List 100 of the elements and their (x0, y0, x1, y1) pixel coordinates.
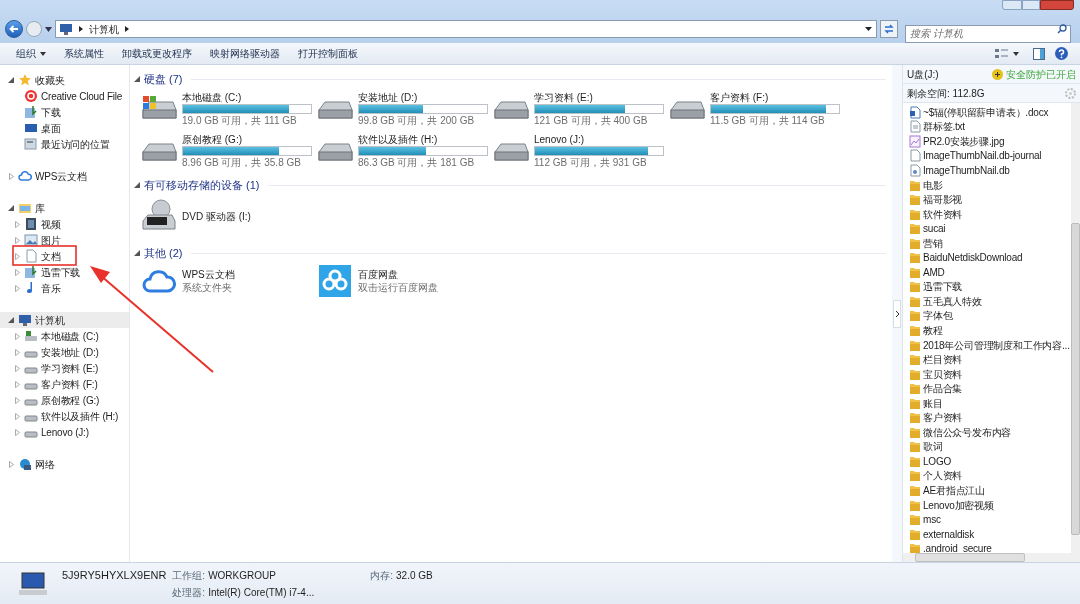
nav-item[interactable]: 计算机 (0, 312, 129, 328)
file-item[interactable]: 歌词 (909, 439, 1071, 455)
nav-item[interactable]: 迅雷下载 (0, 264, 129, 280)
collapse-arrow-icon[interactable] (6, 205, 16, 211)
toolbar-button[interactable]: 系统属性 (56, 44, 112, 63)
collapse-arrow-icon[interactable] (6, 317, 16, 323)
device-tile[interactable]: DVD 驱动器 (I:) (140, 198, 316, 234)
expand-arrow-icon[interactable] (12, 348, 22, 356)
file-item[interactable]: 福哥影视 (909, 192, 1071, 207)
file-item[interactable]: AMD (909, 265, 1071, 280)
expand-arrow-icon[interactable] (12, 428, 22, 436)
expand-arrow-icon[interactable] (12, 268, 22, 276)
toolbar-button[interactable]: 打开控制面板 (290, 44, 366, 63)
file-item[interactable]: 电影 (909, 177, 1071, 193)
collapse-handle[interactable] (893, 299, 901, 328)
drive-tile[interactable]: 本地磁盘 (C:) 19.0 GB 可用，共 111 GB (140, 90, 316, 128)
file-item[interactable]: 账目 (909, 395, 1071, 411)
nav-item[interactable]: 下载 (0, 104, 129, 120)
drive-tile[interactable]: 安装地址 (D:) 99.8 GB 可用，共 200 GB (316, 90, 492, 128)
nav-item[interactable]: 桌面 (0, 120, 129, 136)
nav-item[interactable]: 视频 (0, 216, 129, 232)
settings-icon[interactable] (1065, 87, 1076, 99)
file-item[interactable]: BaiduNetdiskDownload (909, 250, 1071, 265)
toolbar-button[interactable]: 组织 (8, 44, 54, 63)
nav-item[interactable]: 音乐 (0, 280, 129, 296)
minimize-button[interactable] (1002, 0, 1022, 10)
file-item[interactable]: ~$辐(停职留薪申请表）.docx (909, 105, 1071, 120)
expand-arrow-icon[interactable] (12, 396, 22, 404)
help-icon[interactable] (1055, 47, 1068, 60)
nav-item[interactable]: 网络 (0, 456, 129, 472)
expand-arrow-icon[interactable] (12, 332, 22, 340)
toolbar-button[interactable]: 卸载或更改程序 (114, 44, 200, 63)
file-item[interactable]: 微信公众号发布内容 (909, 425, 1071, 440)
drive-tile[interactable]: 客户资料 (F:) 11.5 GB 可用，共 114 GB (668, 90, 844, 128)
nav-item[interactable]: 收藏夹 (0, 72, 129, 88)
breadcrumb[interactable]: 计算机 (89, 21, 119, 37)
nav-item[interactable]: 软件以及插件 (H:) (0, 408, 129, 424)
file-item[interactable]: 宝贝资料 (909, 366, 1071, 382)
collapse-arrow-icon[interactable] (134, 182, 140, 188)
nav-item[interactable]: 文档 (0, 248, 129, 264)
nav-item[interactable]: 图片 (0, 232, 129, 248)
location-tile[interactable]: 百度网盘 双击运行百度网盘 (316, 264, 492, 298)
file-item[interactable]: 2018年公司管理制度和工作内容... (909, 337, 1071, 353)
nav-item[interactable]: 学习资料 (E:) (0, 360, 129, 376)
drive-tile[interactable]: 原创教程 (G:) 8.96 GB 可用，共 35.8 GB (140, 132, 316, 170)
nav-item[interactable]: WPS云文档 (0, 168, 129, 184)
nav-item[interactable]: 原创教程 (G:) (0, 392, 129, 408)
caret-icon[interactable] (865, 27, 872, 31)
address-bar[interactable]: 计算机 (55, 20, 877, 38)
file-item[interactable]: 个人资料 (909, 468, 1071, 484)
back-button[interactable] (5, 20, 23, 38)
nav-item[interactable]: 最近访问的位置 (0, 136, 129, 152)
nav-item[interactable]: 库 (0, 200, 129, 216)
file-item[interactable]: PR2.0安装步骤.jpg (909, 134, 1071, 149)
file-item[interactable]: 教程 (909, 323, 1071, 338)
preview-pane-icon[interactable] (1033, 47, 1045, 60)
expand-arrow-icon[interactable] (12, 220, 22, 228)
file-item[interactable]: ImageThumbNail.db-journal (909, 148, 1071, 164)
file-item[interactable]: sucai (909, 221, 1071, 236)
expand-arrow-icon[interactable] (12, 284, 22, 292)
expand-arrow-icon[interactable] (12, 236, 22, 244)
drive-tile[interactable]: Lenovo (J:) 112 GB 可用，共 931 GB (492, 132, 668, 170)
file-item[interactable]: 五毛真人特效 (909, 294, 1071, 309)
expand-arrow-icon[interactable] (12, 380, 22, 388)
location-tile[interactable]: WPS云文档 系统文件夹 (140, 264, 316, 298)
file-item[interactable]: 字体包 (909, 308, 1071, 324)
nav-item[interactable]: 安装地址 (D:) (0, 344, 129, 360)
file-item[interactable]: externaldisk (909, 526, 1071, 542)
search-field[interactable]: 搜索 计算机 (905, 24, 1071, 43)
file-item[interactable]: 作品合集 (909, 381, 1071, 396)
collapse-arrow-icon[interactable] (134, 250, 140, 256)
file-item[interactable]: 客户资料 (909, 410, 1071, 426)
maximize-button[interactable] (1022, 0, 1040, 10)
caret-icon[interactable] (45, 26, 52, 32)
nav-item[interactable]: 客户资料 (F:) (0, 376, 129, 392)
file-item[interactable]: msc (909, 512, 1071, 527)
file-item[interactable]: 栏目资料 (909, 352, 1071, 367)
vertical-scrollbar[interactable] (1071, 103, 1080, 553)
expand-arrow-icon[interactable] (12, 364, 22, 372)
file-item[interactable]: ImageThumbNail.db (909, 163, 1071, 178)
expand-arrow-icon[interactable] (12, 412, 22, 420)
expand-arrow-icon[interactable] (12, 252, 22, 260)
drive-tile[interactable]: 学习资料 (E:) 121 GB 可用，共 400 GB (492, 90, 668, 128)
collapse-arrow-icon[interactable] (6, 77, 16, 83)
horizontal-scrollbar[interactable] (903, 553, 1080, 562)
file-item[interactable]: 营销 (909, 235, 1071, 251)
file-item[interactable]: 迅雷下载 (909, 279, 1071, 295)
nav-item[interactable]: Lenovo (J:) (0, 424, 129, 440)
nav-item[interactable]: Creative Cloud File (0, 88, 129, 104)
refresh-button[interactable] (880, 20, 898, 38)
expand-arrow-icon[interactable] (6, 460, 16, 468)
expand-arrow-icon[interactable] (6, 172, 16, 180)
file-item[interactable]: AE君指点江山 (909, 483, 1071, 498)
toolbar-button[interactable]: 映射网络驱动器 (202, 44, 288, 63)
file-item[interactable]: Lenovo加密视频 (909, 497, 1071, 513)
drive-tile[interactable]: 软件以及插件 (H:) 86.3 GB 可用，共 181 GB (316, 132, 492, 170)
file-item[interactable]: 群标签.txt (909, 119, 1071, 135)
file-item[interactable]: 软件资料 (909, 206, 1071, 222)
collapse-arrow-icon[interactable] (134, 76, 140, 82)
file-item[interactable]: LOGO (909, 454, 1071, 469)
